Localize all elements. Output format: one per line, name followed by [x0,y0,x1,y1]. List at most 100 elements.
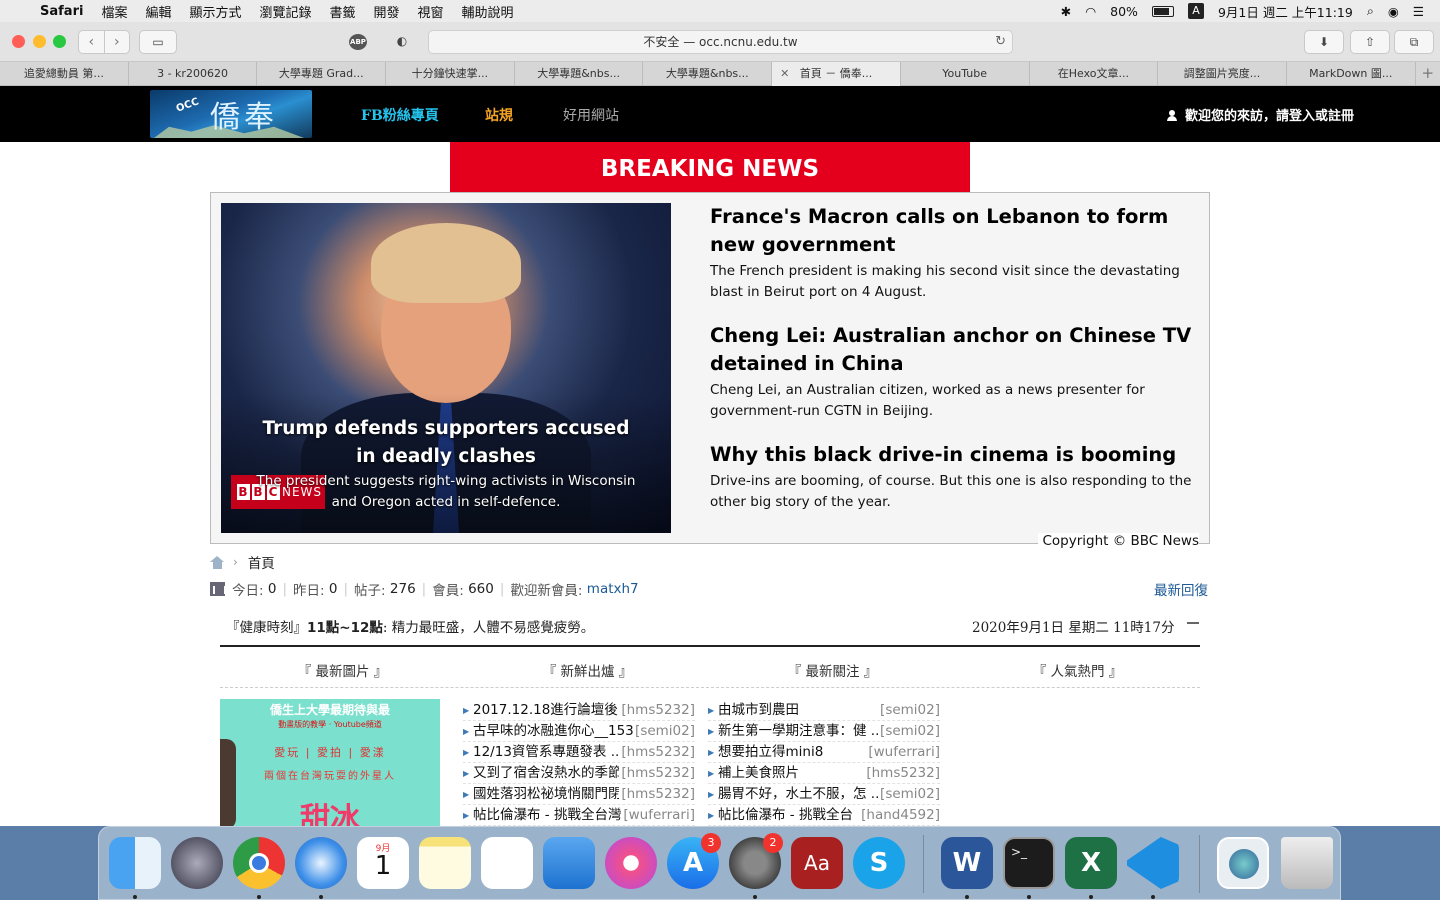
close-window-button[interactable] [12,35,25,48]
menu-bookmarks[interactable]: 書籤 [330,2,356,21]
input-method-icon[interactable]: A [1187,3,1204,19]
adblock-button[interactable]: ABP [338,30,378,54]
spotlight-search-icon[interactable]: ⌕ [1367,3,1374,19]
post-title[interactable]: 古早味的冰融進你心__153 [473,721,633,741]
menu-clock[interactable]: 9月1日 週二 上午11:19 [1218,2,1353,21]
heading-popular[interactable]: 『 人氣熱門 』 [955,660,1200,680]
collapse-icon[interactable] [1187,622,1199,624]
latest-image-thumbnail[interactable]: 僑生上大學最期待與最 動畫版的教學 · Youtube頻道 愛玩 | 愛拍 | … [220,699,440,826]
post-title[interactable]: 由城市到農田 [718,700,878,720]
list-item[interactable]: ▶ 2017.12.18進行論壇後台 [hms5232] [463,700,695,721]
menu-edit[interactable]: 編輯 [145,2,171,21]
finder-icon[interactable] [109,837,161,889]
trash-icon[interactable] [1281,837,1333,889]
tab-8[interactable]: YouTube [901,62,1030,86]
news-story-title[interactable]: Why this black drive-in cinema is boomin… [710,441,1200,469]
battery-icon[interactable] [1151,5,1174,17]
post-title[interactable]: 帖比倫瀑布 - 挑戰全台 [718,805,859,825]
heading-new-posts[interactable]: 『 新鮮出爐 』 [465,660,710,680]
bluetooth-icon[interactable]: ✱ [1061,4,1071,19]
excel-icon[interactable]: X [1065,837,1117,889]
tab-6[interactable]: 大學專題&nbs... [643,62,773,86]
hero-news-image[interactable]: B B C NEWS Trump defends supporters accused… [221,203,671,533]
site-logo[interactable]: OCC 僑奉 [150,90,312,138]
image-file-icon[interactable] [1217,837,1269,889]
post-title[interactable]: 想要拍立得mini8 [718,742,866,762]
nav-fb-fanpage[interactable]: FB粉絲專頁 [361,105,439,125]
post-title[interactable]: 又到了宿舍沒熱水的季節 [473,763,619,783]
reminders-icon[interactable] [481,837,533,889]
downloads-button[interactable]: ⬇ [1304,30,1344,54]
tab-close-icon[interactable]: ✕ [780,62,789,85]
chrome-icon[interactable] [233,837,285,889]
word-icon[interactable]: W [941,837,993,889]
list-item[interactable]: ▶ 又到了宿舍沒熱水的季節 [hms5232] [463,763,695,784]
post-author[interactable]: [semi02] [880,784,940,804]
new-member-link[interactable]: matxh7 [587,581,639,597]
new-tab-button[interactable]: + [1416,62,1440,85]
hero-headline[interactable]: Trump defends supporters accused in dead… [251,415,641,471]
share-button[interactable]: ⇧ [1350,30,1390,54]
wifi-icon[interactable]: ◠ [1085,4,1096,19]
login-register-link[interactable]: 歡迎您的來訪，請登入或註冊 [1166,105,1354,124]
post-title[interactable]: 補上美食照片 [718,763,864,783]
address-bar[interactable]: 不安全 — occ.ncnu.edu.tw ↻ [428,30,1013,54]
tab-10[interactable]: 調整圖片亮度... [1158,62,1287,86]
post-author[interactable]: [hand4592] [861,805,940,825]
post-title[interactable]: 新生第一學期注意事：健 .. [718,721,878,741]
nav-useful-sites[interactable]: 好用網站 [563,105,619,125]
post-author[interactable]: [hms5232] [621,700,695,720]
post-author[interactable]: [hms5232] [621,742,695,762]
sidebar-toggle-button[interactable]: ▭ [139,30,177,54]
menu-app-name[interactable]: Safari [40,4,83,19]
nav-site-rules[interactable]: 站規 [485,105,513,125]
post-author[interactable]: [hms5232] [866,763,940,783]
tab-7-active[interactable]: ✕ 首頁 － 僑奉... [772,62,901,86]
show-tabs-button[interactable]: ⧉ [1394,30,1434,54]
post-title[interactable]: 國姓落羽松祕境悄關門閉 [473,784,619,804]
forward-button[interactable]: › [105,31,130,53]
post-title[interactable]: 帖比倫瀑布 - 挑戰全台灣 [473,805,621,825]
back-button[interactable]: ‹ [79,31,105,53]
menu-window[interactable]: 視窗 [418,2,444,21]
list-item[interactable]: ▶ 12/13資管系專題發表 ... [hms5232] [463,742,695,763]
calendar-icon[interactable]: 9月 1 [357,837,409,889]
home-icon[interactable] [210,555,225,569]
siri-icon[interactable]: ◉ [1388,4,1399,19]
privacy-extension-icon[interactable]: ◐ [384,30,420,54]
tab-9[interactable]: 在Hexo文章... [1030,62,1159,86]
list-item[interactable]: ▶ 補上美食照片 [hms5232] [708,763,940,784]
reload-icon[interactable]: ↻ [995,31,1006,53]
post-author[interactable]: [semi02] [880,700,940,720]
fullscreen-window-button[interactable] [53,35,66,48]
list-item[interactable]: ▶ 帖比倫瀑布 - 挑戰全台灣 [wuferrari] [463,805,695,826]
list-item[interactable]: ▶ 古早味的冰融進你心__153 [semi02] [463,721,695,742]
skype-icon[interactable]: S [853,837,905,889]
tab-2[interactable]: 3 - kr200620 [129,62,258,86]
tab-4[interactable]: 十分鐘快速掌... [386,62,515,86]
post-title[interactable]: 12/13資管系專題發表 ... [473,742,619,762]
safari-icon[interactable] [295,837,347,889]
latest-reply-link[interactable]: 最新回復 [1154,579,1208,599]
tab-1[interactable]: 追愛總動員 第... [0,62,129,86]
menu-develop[interactable]: 開發 [374,2,400,21]
menu-help[interactable]: 輔助說明 [462,2,514,21]
post-author[interactable]: [hms5232] [621,763,695,783]
menu-view[interactable]: 顯示方式 [189,2,241,21]
tab-5[interactable]: 大學專題&nbs... [515,62,644,86]
tab-11[interactable]: MarkDown 圖... [1287,62,1416,86]
terminal-icon[interactable]: >_ [1003,837,1055,889]
list-item[interactable]: ▶ 想要拍立得mini8 [wuferrari] [708,742,940,763]
notes-icon[interactable] [419,837,471,889]
minimize-window-button[interactable] [33,35,46,48]
music-icon[interactable] [605,837,657,889]
post-author[interactable]: [semi02] [880,721,940,741]
post-author[interactable]: [semi02] [635,721,695,741]
keynote-icon[interactable] [543,837,595,889]
list-item[interactable]: ▶ 帖比倫瀑布 - 挑戰全台 [hand4592] [708,805,940,826]
post-title[interactable]: 2017.12.18進行論壇後台 [473,700,619,720]
post-author[interactable]: [wuferrari] [623,805,695,825]
news-story-title[interactable]: Cheng Lei: Australian anchor on Chinese … [710,322,1200,378]
heading-latest-followed[interactable]: 『 最新關注 』 [710,660,955,680]
notification-center-icon[interactable]: ☰ [1413,4,1424,19]
